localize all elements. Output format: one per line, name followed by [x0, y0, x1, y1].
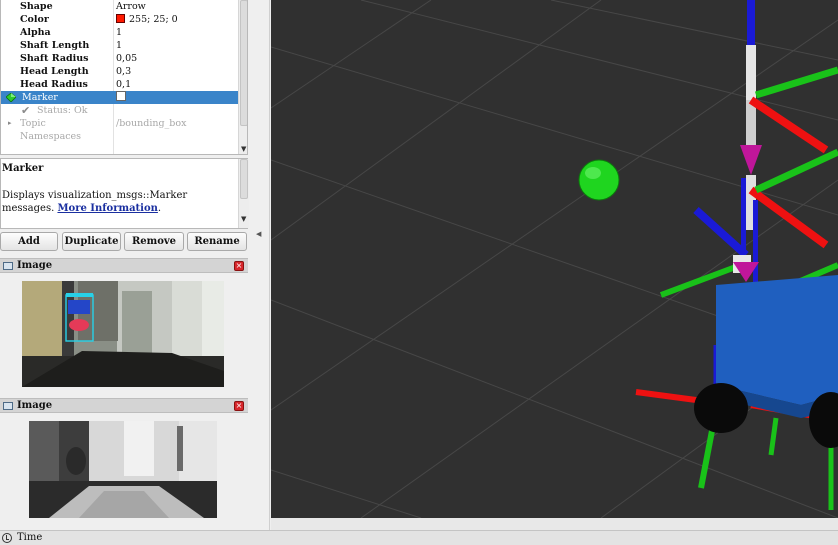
property-key: Alpha: [20, 27, 51, 38]
property-value-color[interactable]: 255; 25; 0: [116, 13, 178, 26]
clock-icon: [2, 533, 12, 543]
property-head-length[interactable]: Head Length 0,3: [1, 65, 238, 78]
image-icon: [3, 402, 13, 410]
depth-camera-image: [29, 421, 217, 518]
property-value[interactable]: 1: [116, 39, 122, 52]
topic-value[interactable]: /bounding_box: [116, 117, 186, 130]
property-head-radius[interactable]: Head Radius 0,1: [1, 78, 238, 91]
description-box: Marker Displays visualization_msgs::Mark…: [0, 158, 249, 229]
displays-panel: Shape Arrow Color 255; 25; 0 Alpha 1 Sha…: [0, 0, 249, 530]
image-panel-title: Image: [17, 400, 53, 411]
topic-label: Topic: [20, 118, 46, 129]
panel-splitter[interactable]: ◀: [249, 0, 270, 530]
property-value[interactable]: Arrow: [116, 0, 146, 13]
status-row[interactable]: ✔ Status: Ok: [1, 104, 238, 117]
more-information-link[interactable]: More Information: [57, 203, 157, 214]
rename-button[interactable]: Rename: [187, 232, 247, 251]
display-item-marker[interactable]: Marker: [1, 91, 238, 104]
properties-scrollbar[interactable]: ▼: [238, 0, 247, 154]
rgb-camera-image: [22, 281, 224, 387]
display-buttons: Add Duplicate Remove Rename: [0, 232, 248, 252]
property-shape[interactable]: Shape Arrow: [1, 0, 238, 13]
expand-arrow-icon[interactable]: ▸: [8, 117, 12, 130]
properties-tree[interactable]: Shape Arrow Color 255; 25; 0 Alpha 1 Sha…: [0, 0, 248, 155]
property-shaft-length[interactable]: Shaft Length 1: [1, 39, 238, 52]
depth-camera-render: [29, 421, 217, 518]
green-diamond-icon: [6, 93, 16, 102]
image-icon: [3, 262, 13, 270]
property-value[interactable]: 0,3: [116, 65, 131, 78]
3d-viewport[interactable]: [271, 0, 838, 518]
description-period: .: [157, 203, 162, 214]
duplicate-button[interactable]: Duplicate: [62, 232, 121, 251]
close-icon[interactable]: ×: [234, 401, 244, 411]
description-title: Marker: [2, 163, 44, 174]
collapse-arrow-icon[interactable]: ◀: [256, 230, 261, 238]
scrollbar-thumb[interactable]: [240, 159, 248, 199]
property-color[interactable]: Color 255; 25; 0: [1, 13, 238, 26]
property-key: Color: [20, 14, 49, 25]
color-value: 255; 25; 0: [129, 14, 178, 25]
scroll-down-arrow-icon[interactable]: ▼: [241, 145, 246, 153]
property-alpha[interactable]: Alpha 1: [1, 26, 238, 39]
namespaces-label: Namespaces: [20, 131, 82, 142]
status-label: Status: Ok: [37, 105, 88, 116]
property-value[interactable]: 0,05: [116, 52, 137, 65]
description-scrollbar[interactable]: ▼: [238, 159, 249, 228]
color-swatch[interactable]: [116, 14, 125, 23]
time-label: Time: [17, 532, 43, 543]
rgb-camera-render: [22, 281, 224, 387]
time-panel-bar[interactable]: Time: [0, 530, 838, 545]
property-value[interactable]: 0,1: [116, 78, 131, 91]
image-panel-title: Image: [17, 260, 53, 271]
property-value[interactable]: 1: [116, 26, 122, 39]
description-text: Displays visualization_msgs::Marker mess…: [2, 189, 233, 215]
property-key: Shaft Radius: [20, 53, 89, 64]
topic-row[interactable]: ▸ Topic /bounding_box: [1, 117, 238, 130]
property-key: Head Length: [20, 66, 89, 77]
marker-label: Marker: [22, 92, 58, 103]
scroll-down-arrow-icon[interactable]: ▼: [241, 213, 246, 226]
checkmark-icon: ✔: [21, 104, 31, 117]
property-shaft-radius[interactable]: Shaft Radius 0,05: [1, 52, 238, 65]
remove-button[interactable]: Remove: [124, 232, 184, 251]
add-button[interactable]: Add: [0, 232, 58, 251]
viewport-bottom-bar: [271, 518, 838, 530]
namespaces-row[interactable]: Namespaces: [1, 130, 238, 143]
property-key: Shape: [20, 1, 53, 12]
depth-image-panel-header[interactable]: Image ×: [0, 398, 248, 413]
marker-enable-checkbox[interactable]: [116, 91, 126, 104]
sphere-marker[interactable]: [578, 159, 620, 201]
image-panel-header[interactable]: Image ×: [0, 258, 248, 273]
close-icon[interactable]: ×: [234, 261, 244, 271]
scrollbar-thumb[interactable]: [240, 0, 247, 126]
3d-scene[interactable]: [271, 0, 838, 518]
property-key: Shaft Length: [20, 40, 90, 51]
property-key: Head Radius: [20, 79, 88, 90]
